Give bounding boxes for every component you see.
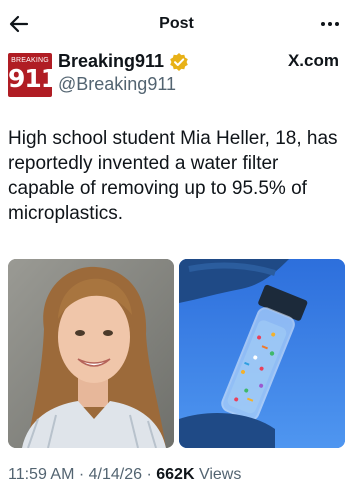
post-meta: 11:59 AM · 4/14/26 · 662K Views: [8, 466, 241, 484]
avatar[interactable]: BREAKING 911: [8, 53, 52, 97]
source-label: X.com: [287, 51, 339, 70]
post-time: 11:59 AM: [8, 466, 75, 483]
top-bar: Post: [0, 0, 353, 48]
meta-separator: ·: [142, 466, 157, 483]
avatar-large-text: 911: [8, 64, 52, 93]
post-text: High school student Mia Heller, 18, has …: [8, 128, 338, 224]
author-handle[interactable]: @Breaking911: [58, 74, 176, 95]
vial-of-microplastics-photo[interactable]: [179, 259, 345, 448]
verified-badge-icon: [170, 53, 188, 71]
portrait-photo[interactable]: [8, 259, 174, 448]
more-options-button[interactable]: [319, 13, 341, 35]
views-label: Views: [194, 466, 242, 483]
avatar-small-text: BREAKING: [11, 57, 49, 64]
post-date: 4/14/26: [88, 466, 143, 483]
page-title: Post: [159, 15, 194, 32]
author-display-name[interactable]: Breaking911: [58, 51, 164, 72]
views-count[interactable]: 662K: [156, 466, 194, 483]
more-horizontal-icon: [321, 22, 339, 26]
meta-separator: ·: [74, 466, 89, 483]
